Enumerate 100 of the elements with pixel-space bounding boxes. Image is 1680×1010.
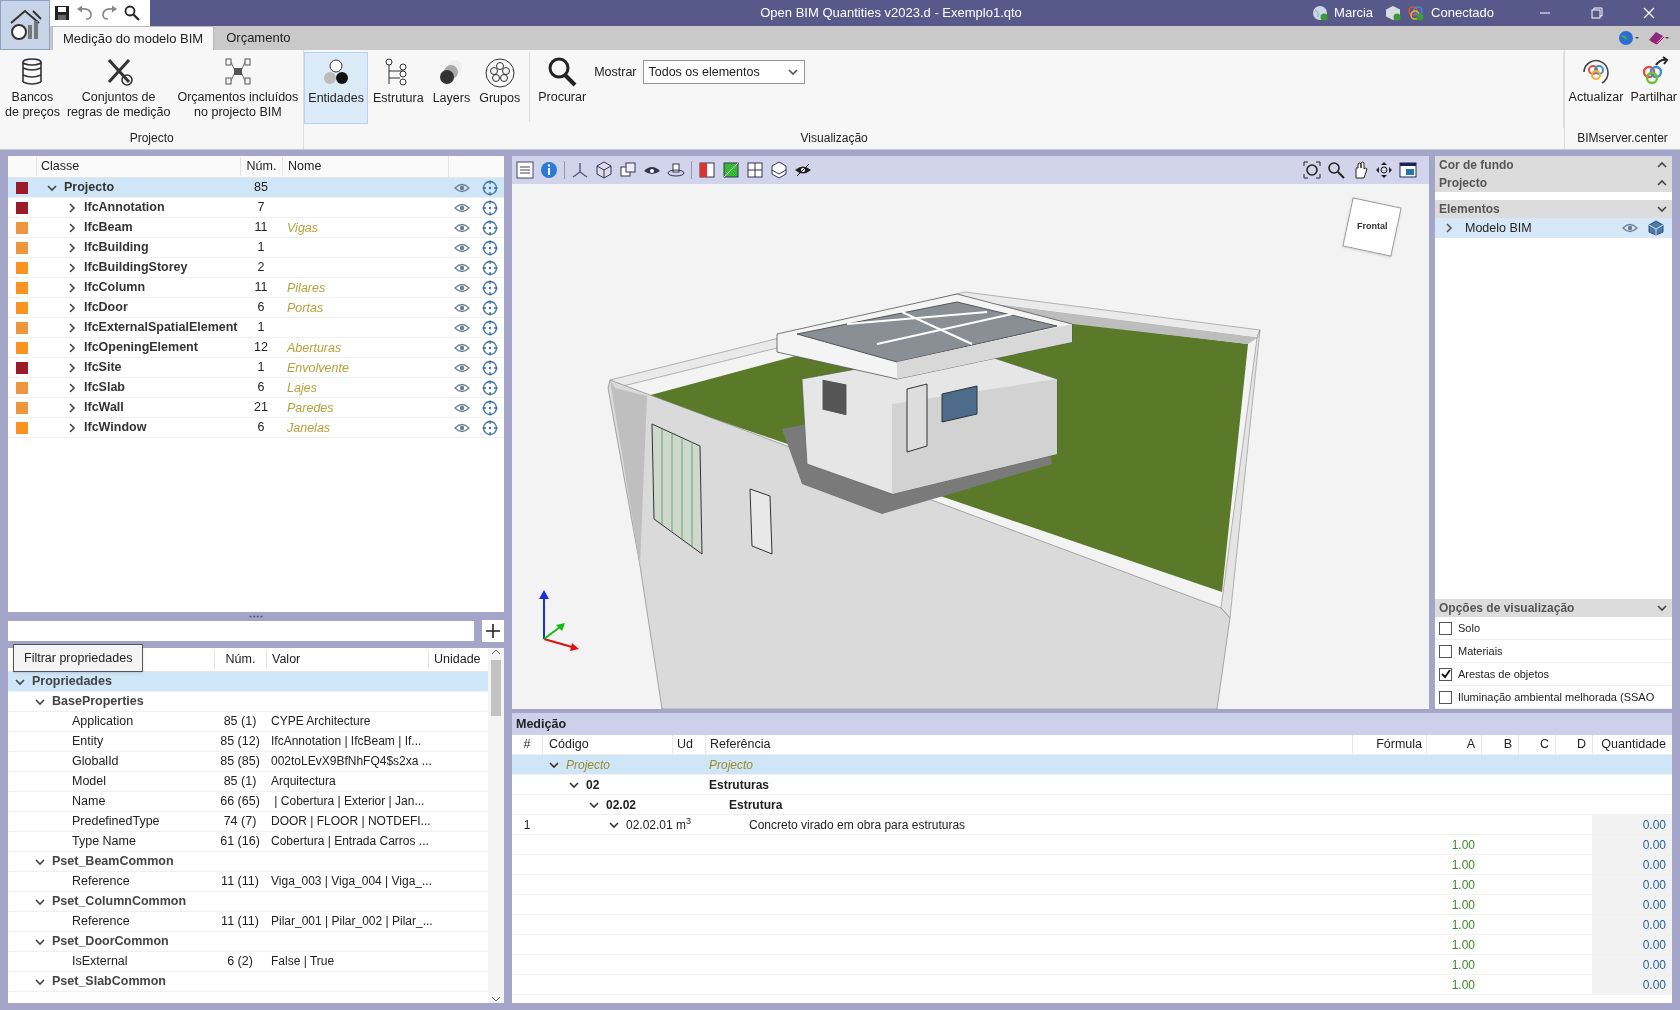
tree-row[interactable]: 1.00 0.00 bbox=[512, 855, 1672, 875]
cube-status-icon[interactable] bbox=[1385, 5, 1402, 21]
section-header[interactable]: Opções de visualização bbox=[1435, 599, 1672, 617]
rings-status-icon[interactable] bbox=[1407, 5, 1426, 21]
column-header[interactable]: Classe bbox=[41, 159, 80, 174]
tree-row[interactable]: IfcOpeningElement 12 Aberturas bbox=[8, 338, 504, 358]
ribbon-button[interactable]: Estrutura bbox=[368, 52, 428, 124]
column-header[interactable]: Nome bbox=[288, 159, 322, 174]
tree-row[interactable]: 1.00 0.00 bbox=[512, 955, 1672, 975]
column-header[interactable]: D bbox=[1576, 735, 1586, 754]
ribbon-tab[interactable]: Orçamento bbox=[214, 26, 303, 50]
view-cube[interactable]: Frontal bbox=[1342, 197, 1402, 257]
ribbon-button[interactable]: Orçamentos incluídos no projecto BIM bbox=[174, 52, 302, 124]
ribbon-button[interactable]: Layers bbox=[428, 52, 475, 124]
column-header[interactable]: Valor bbox=[272, 652, 301, 667]
checkbox[interactable] bbox=[1439, 644, 1452, 658]
scrollbar-thumb[interactable] bbox=[491, 660, 501, 716]
connection-status[interactable]: Conectado bbox=[1431, 3, 1494, 23]
scrollbar[interactable] bbox=[488, 648, 504, 1003]
column-header[interactable]: Fórmula bbox=[1376, 735, 1422, 754]
section-icon[interactable] bbox=[698, 161, 716, 179]
app-logo[interactable] bbox=[0, 0, 50, 50]
tree-row[interactable]: 1.00 0.00 bbox=[512, 895, 1672, 915]
tree-row[interactable]: Projecto 85 bbox=[8, 178, 504, 198]
column-header[interactable]: B bbox=[1503, 735, 1512, 754]
ribbon-button[interactable]: Bancos de preços bbox=[2, 52, 63, 124]
add-button[interactable] bbox=[482, 620, 504, 642]
layers-list-icon[interactable] bbox=[516, 161, 534, 179]
ribbon-button[interactable]: Partilhar bbox=[1627, 52, 1680, 124]
checkbox-option[interactable]: Arestas de objetos bbox=[1435, 663, 1672, 686]
checkbox[interactable] bbox=[1439, 667, 1452, 681]
zoom-extents-icon[interactable] bbox=[1303, 161, 1321, 179]
ribbon-tab[interactable]: Medição do modelo BIM bbox=[52, 26, 215, 50]
tree-row[interactable]: IfcBeam 11 Vigas bbox=[8, 218, 504, 238]
move-icon[interactable] bbox=[1375, 161, 1393, 179]
filter-field[interactable] bbox=[8, 621, 474, 641]
undo-icon[interactable] bbox=[76, 5, 94, 21]
tree-row[interactable]: IfcColumn 11 Pilares bbox=[8, 278, 504, 298]
column-header[interactable]: Unidade bbox=[434, 652, 481, 667]
tree-row[interactable]: IfcBuildingStorey 2 bbox=[8, 258, 504, 278]
help-book-icon[interactable] bbox=[1648, 30, 1670, 46]
checkbox-option[interactable]: Iluminação ambiental melhorada (SSAO bbox=[1435, 686, 1672, 709]
globe-user-icon[interactable] bbox=[1312, 5, 1329, 21]
axes-small-icon[interactable] bbox=[571, 161, 589, 179]
tree-row[interactable]: Propriedades bbox=[8, 672, 488, 692]
tree-row[interactable]: Modelo BIM bbox=[1435, 218, 1672, 238]
tree-row[interactable]: 1.00 0.00 bbox=[512, 915, 1672, 935]
column-header[interactable]: Quantidade bbox=[1601, 735, 1666, 754]
class-name: IfcOpeningElement bbox=[84, 339, 198, 357]
column-header[interactable]: # bbox=[523, 735, 531, 754]
search-icon[interactable] bbox=[124, 5, 140, 21]
tree-row[interactable]: 1 02.02.01 m$^{3}$ Concreto virado em obra para estruturas 0.00 bbox=[512, 815, 1672, 835]
eye-hidden-icon[interactable] bbox=[794, 161, 812, 179]
section-header[interactable]: Elementos bbox=[1435, 200, 1672, 218]
column-header[interactable]: Núm. bbox=[225, 652, 256, 667]
boxes-icon[interactable] bbox=[619, 161, 637, 179]
ribbon-button[interactable]: Grupos bbox=[475, 52, 525, 124]
tree-row[interactable]: IfcSite 1 Envolvente bbox=[8, 358, 504, 378]
user-name[interactable]: Marcia bbox=[1334, 3, 1374, 23]
zoom-icon[interactable] bbox=[1327, 161, 1345, 179]
tree-row[interactable]: 1.00 0.00 bbox=[512, 835, 1672, 855]
tree-row[interactable]: 1.00 0.00 bbox=[512, 875, 1672, 895]
ribbon-button[interactable]: Conjuntos de regras de medição bbox=[63, 52, 174, 124]
section-header[interactable]: Projecto bbox=[1435, 174, 1672, 192]
section-header[interactable]: Cor de fundo bbox=[1435, 156, 1672, 174]
column-header[interactable]: A bbox=[1466, 735, 1475, 754]
column-header[interactable]: Código bbox=[549, 735, 589, 754]
clip-box-icon[interactable] bbox=[722, 161, 740, 179]
show-dropdown[interactable]: Todos os elementos bbox=[642, 60, 805, 84]
tree-row[interactable]: IfcBuilding 1 bbox=[8, 238, 504, 258]
group-label: BIMserver.center bbox=[1577, 130, 1668, 147]
redo-icon[interactable] bbox=[100, 5, 118, 21]
save-icon[interactable] bbox=[54, 5, 70, 21]
ribbon-button[interactable]: Actualizar bbox=[1565, 52, 1627, 124]
dimension-value: 1.00 bbox=[1451, 936, 1475, 954]
tree-row[interactable]: IfcDoor 6 Portas bbox=[8, 298, 504, 318]
info-icon[interactable] bbox=[540, 161, 558, 179]
tree-row[interactable]: IfcWindow 6 Janelas bbox=[8, 418, 504, 438]
column-header[interactable]: Ud bbox=[677, 735, 693, 754]
column-header[interactable]: C bbox=[1539, 735, 1549, 754]
tree-row[interactable]: 1.00 0.00 bbox=[512, 975, 1672, 995]
cube-stack-icon[interactable] bbox=[770, 161, 788, 179]
ribbon-button[interactable]: Entidades bbox=[304, 52, 368, 124]
tree-row[interactable]: 1.00 0.00 bbox=[512, 935, 1672, 955]
splitter-handle[interactable] bbox=[249, 614, 263, 618]
grid-view-icon[interactable] bbox=[746, 161, 764, 179]
tree-row[interactable]: IfcSlab 6 Lajes bbox=[8, 378, 504, 398]
column-header[interactable]: Referência bbox=[710, 735, 771, 754]
globe-icon[interactable] bbox=[1618, 30, 1640, 46]
checkbox[interactable] bbox=[1439, 621, 1452, 635]
checkbox-option[interactable]: Solo bbox=[1435, 617, 1672, 640]
column-header[interactable]: Núm. bbox=[246, 159, 277, 174]
checkbox-option[interactable]: Materiais bbox=[1435, 640, 1672, 663]
cube-icon[interactable] bbox=[595, 161, 613, 179]
ribbon-button[interactable]: Procurar bbox=[535, 52, 590, 124]
tree-row[interactable]: IfcWall 21 Paredes bbox=[8, 398, 504, 418]
tree-row[interactable]: IfcAnnotation 7 bbox=[8, 198, 504, 218]
window-icon[interactable] bbox=[1399, 161, 1417, 179]
checkbox[interactable] bbox=[1439, 690, 1452, 704]
tree-row[interactable]: IfcExternalSpatialElement 1 bbox=[8, 318, 504, 338]
